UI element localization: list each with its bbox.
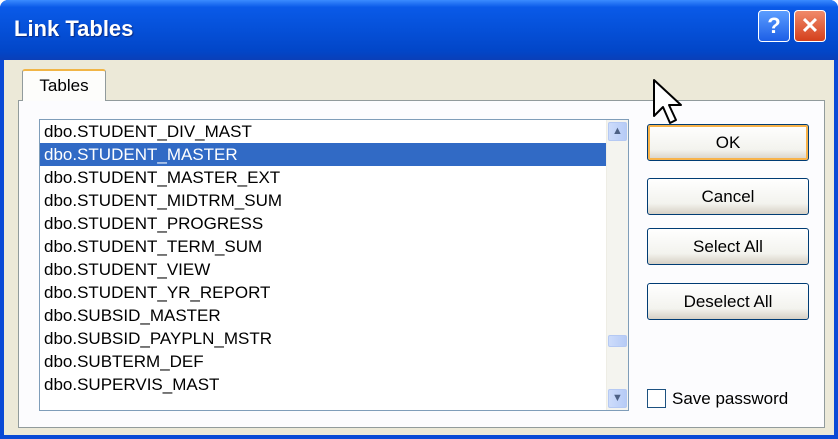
window-title: Link Tables [14,16,134,41]
list-item[interactable]: dbo.SUBSID_MASTER [40,304,628,327]
close-button[interactable]: ✕ [794,10,826,42]
scroll-thumb[interactable] [608,335,627,347]
list-items: dbo.STUDENT_DIV_MAST dbo.STUDENT_MASTER db… [40,120,628,396]
dialog-body: Tables dbo.STUDENT_DIV_MAST dbo.STUDENT_M… [4,60,834,435]
list-item[interactable]: dbo.STUDENT_YR_REPORT [40,281,628,304]
list-item[interactable]: dbo.STUDENT_DIV_MAST [40,120,628,143]
chevron-down-icon: ▼ [612,392,623,404]
select-all-button[interactable]: Select All [647,228,809,265]
list-item[interactable]: dbo.SUBTERM_DEF [40,350,628,373]
list-item[interactable]: dbo.SUBSID_PAYPLN_MSTR [40,327,628,350]
list-item[interactable]: dbo.STUDENT_PROGRESS [40,212,628,235]
list-item[interactable]: dbo.STUDENT_MASTER [40,143,628,166]
close-icon: ✕ [800,13,820,38]
tables-tab-panel: dbo.STUDENT_DIV_MAST dbo.STUDENT_MASTER db… [18,100,825,428]
cancel-button[interactable]: Cancel [647,178,809,215]
chevron-up-icon: ▲ [612,125,623,137]
mouse-pointer-icon [653,79,682,124]
link-tables-dialog: Link Tables ? ✕ Tables dbo.STUDENT_DIV_M… [0,0,838,439]
list-scrollbar[interactable]: ▲ ▼ [606,120,628,410]
tab-tables[interactable]: Tables [22,69,106,101]
scroll-down-button[interactable]: ▼ [608,389,627,408]
save-password-checkbox[interactable] [647,389,666,408]
help-button[interactable]: ? [758,10,790,42]
save-password-label: Save password [672,389,789,408]
list-item[interactable]: dbo.STUDENT_VIEW [40,258,628,281]
deselect-all-button[interactable]: Deselect All [647,283,809,320]
tables-listbox[interactable]: dbo.STUDENT_DIV_MAST dbo.STUDENT_MASTER db… [39,119,629,411]
list-item[interactable]: dbo.SUPERVIS_MAST [40,373,628,396]
scroll-up-button[interactable]: ▲ [608,122,627,141]
help-icon: ? [767,13,781,38]
list-item[interactable]: dbo.STUDENT_TERM_SUM [40,235,628,258]
list-item[interactable]: dbo.STUDENT_MASTER_EXT [40,166,628,189]
list-item[interactable]: dbo.STUDENT_MIDTRM_SUM [40,189,628,212]
title-bar[interactable]: Link Tables ? ✕ [0,0,838,60]
